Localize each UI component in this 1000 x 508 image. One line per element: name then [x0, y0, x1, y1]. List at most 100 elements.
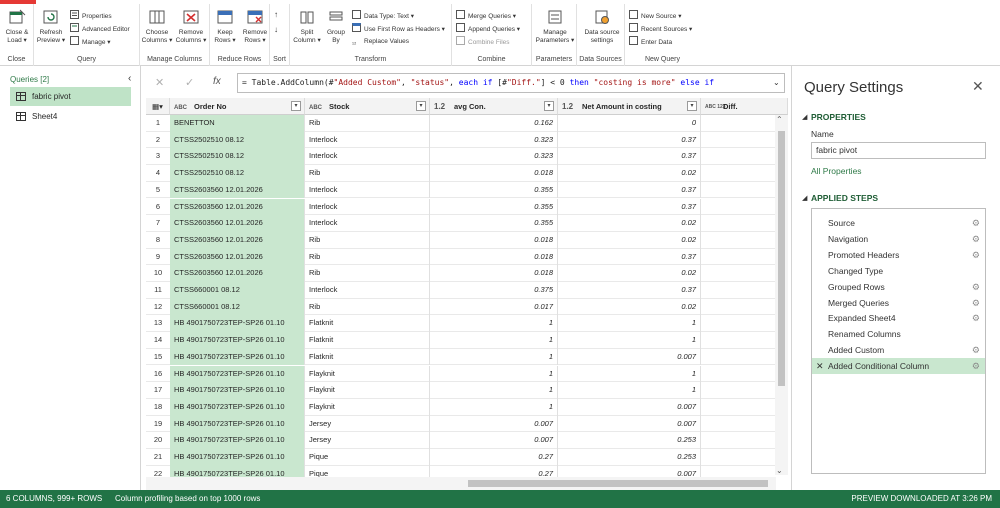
- cell-net-amount[interactable]: 0.253: [558, 432, 701, 449]
- cell-stock[interactable]: Interlock: [305, 282, 430, 299]
- cell-net-amount[interactable]: 0.02: [558, 215, 701, 232]
- row-number[interactable]: 4: [146, 165, 170, 182]
- cell-stock[interactable]: Interlock: [305, 148, 430, 166]
- cell-stock[interactable]: Jersey: [305, 415, 430, 433]
- cell-order-no[interactable]: CTSS2603560 12.01.2026: [170, 248, 305, 266]
- cell-order-no[interactable]: CTSS2603560 12.01.2026: [170, 231, 305, 249]
- cell-stock[interactable]: Flatknit: [305, 315, 430, 333]
- row-number[interactable]: 9: [146, 249, 170, 266]
- applied-step[interactable]: ✕ Added Conditional Column ⚙: [812, 358, 985, 375]
- gear-icon[interactable]: ⚙: [972, 215, 980, 231]
- cell-net-amount[interactable]: 0.37: [558, 282, 701, 299]
- filter-dropdown-icon[interactable]: ▾: [291, 101, 301, 111]
- manage-button[interactable]: Manage ▾: [70, 36, 111, 48]
- cell-net-amount[interactable]: 0.02: [558, 231, 701, 249]
- cell-avg-con[interactable]: 1: [430, 398, 558, 416]
- function-icon[interactable]: fx: [213, 76, 221, 87]
- row-number[interactable]: 7: [146, 215, 170, 232]
- cell-diff[interactable]: [701, 282, 776, 299]
- properties-button[interactable]: Properties: [70, 10, 112, 22]
- cell-avg-con[interactable]: 0.355: [430, 181, 558, 199]
- cell-stock[interactable]: Rib: [305, 298, 430, 316]
- cell-order-no[interactable]: HB 4901750723TEP-SP26 01.10: [170, 415, 305, 433]
- applied-step[interactable]: Navigation ⚙: [812, 231, 985, 247]
- cell-stock[interactable]: Jersey: [305, 432, 430, 449]
- cell-net-amount[interactable]: 1: [558, 365, 701, 383]
- cell-diff[interactable]: [701, 232, 776, 249]
- cell-order-no[interactable]: HB 4901750723TEP-SP26 01.10: [170, 382, 305, 399]
- horizontal-scroll-thumb[interactable]: [468, 480, 768, 487]
- cell-stock[interactable]: Flayknit: [305, 365, 430, 383]
- row-number[interactable]: 5: [146, 182, 170, 199]
- cell-avg-con[interactable]: 1: [430, 332, 558, 349]
- row-number[interactable]: 11: [146, 282, 170, 299]
- applied-step[interactable]: Promoted Headers ⚙: [812, 247, 985, 263]
- cell-net-amount[interactable]: 0.253: [558, 449, 701, 466]
- data-type-button[interactable]: Data Type: Text ▾: [352, 10, 414, 22]
- cell-diff[interactable]: [701, 132, 776, 149]
- cell-diff[interactable]: [701, 315, 776, 332]
- cell-stock[interactable]: Rib: [305, 231, 430, 249]
- cell-order-no[interactable]: CTSS660001 08.12: [170, 282, 305, 299]
- cell-diff[interactable]: [701, 148, 776, 165]
- row-number[interactable]: 6: [146, 199, 170, 216]
- cell-stock[interactable]: Interlock: [305, 131, 430, 149]
- cell-order-no[interactable]: HB 4901750723TEP-SP26 01.10: [170, 398, 305, 416]
- applied-step[interactable]: Renamed Columns: [812, 326, 985, 342]
- cell-stock[interactable]: Flatknit: [305, 332, 430, 349]
- cell-diff[interactable]: [701, 215, 776, 232]
- cell-order-no[interactable]: HB 4901750723TEP-SP26 01.10: [170, 348, 305, 366]
- column-header-diff[interactable]: ABC 123Diff.: [701, 98, 788, 115]
- delete-step-icon[interactable]: ✕: [816, 358, 824, 374]
- cell-order-no[interactable]: BENETTON: [170, 115, 305, 132]
- cell-diff[interactable]: [701, 416, 776, 433]
- cell-diff[interactable]: [701, 265, 776, 282]
- cell-avg-con[interactable]: 0.355: [430, 215, 558, 232]
- data-source-settings-button[interactable]: Data source settings: [581, 6, 623, 45]
- cell-avg-con[interactable]: 0.323: [430, 131, 558, 149]
- cell-order-no[interactable]: CTSS660001 08.12: [170, 298, 305, 316]
- row-number[interactable]: 19: [146, 416, 170, 433]
- cell-order-no[interactable]: HB 4901750723TEP-SP26 01.10: [170, 332, 305, 349]
- cell-avg-con[interactable]: 0.017: [430, 298, 558, 316]
- cell-stock[interactable]: Flayknit: [305, 398, 430, 416]
- vertical-scroll-thumb[interactable]: [778, 131, 785, 386]
- cell-order-no[interactable]: HB 4901750723TEP-SP26 01.10: [170, 365, 305, 383]
- refresh-preview-button[interactable]: Refresh Preview ▾: [34, 6, 68, 45]
- row-number[interactable]: 8: [146, 232, 170, 249]
- cell-stock[interactable]: Interlock: [305, 181, 430, 199]
- cell-avg-con[interactable]: 1: [430, 348, 558, 366]
- cell-net-amount[interactable]: 0.02: [558, 298, 701, 316]
- row-number[interactable]: 16: [146, 366, 170, 383]
- cell-diff[interactable]: [701, 249, 776, 266]
- cell-diff[interactable]: [701, 165, 776, 182]
- row-number[interactable]: 21: [146, 449, 170, 466]
- status-profiling[interactable]: Column profiling based on top 1000 rows: [115, 490, 260, 508]
- gear-icon[interactable]: ⚙: [972, 342, 980, 358]
- all-properties-link[interactable]: All Properties: [811, 166, 862, 176]
- cell-stock[interactable]: Flayknit: [305, 382, 430, 399]
- expand-formula-icon[interactable]: ⌄: [773, 78, 780, 87]
- cell-stock[interactable]: Interlock: [305, 198, 430, 216]
- cell-avg-con[interactable]: 0.018: [430, 231, 558, 249]
- sort-descending-button[interactable]: ↓: [274, 24, 278, 36]
- commit-formula-icon[interactable]: ✓: [185, 76, 194, 89]
- cell-net-amount[interactable]: 0.37: [558, 148, 701, 166]
- cell-order-no[interactable]: HB 4901750723TEP-SP26 01.10: [170, 315, 305, 333]
- cell-net-amount[interactable]: 0.37: [558, 248, 701, 266]
- cell-diff[interactable]: [701, 199, 776, 216]
- applied-step[interactable]: Merged Queries ⚙: [812, 295, 985, 311]
- cell-diff[interactable]: [701, 366, 776, 383]
- choose-columns-button[interactable]: Choose Columns ▾: [140, 6, 174, 45]
- cell-avg-con[interactable]: 0.27: [430, 449, 558, 466]
- combine-files-button[interactable]: Combine Files: [456, 36, 510, 48]
- cell-diff[interactable]: [701, 432, 776, 449]
- keep-rows-button[interactable]: Keep Rows ▾: [210, 6, 240, 45]
- cell-order-no[interactable]: HB 4901750723TEP-SP26 01.10: [170, 449, 305, 466]
- column-header-net-amount[interactable]: 1.2 Net Amount in costing ▾: [558, 98, 701, 115]
- horizontal-scrollbar[interactable]: [146, 477, 776, 490]
- cell-net-amount[interactable]: 0.007: [558, 348, 701, 366]
- applied-step[interactable]: Changed Type: [812, 263, 985, 279]
- cell-avg-con[interactable]: 0.007: [430, 415, 558, 433]
- column-header-avg-con[interactable]: 1.2 avg Con. ▾: [430, 98, 558, 115]
